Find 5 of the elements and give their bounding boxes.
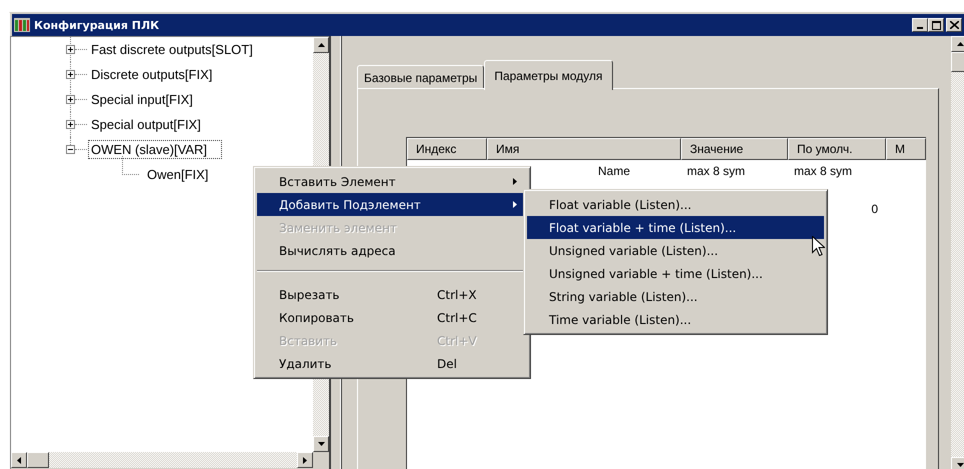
window-title: Конфигурация ПЛК — [34, 18, 160, 32]
table-cell: Name — [598, 164, 630, 178]
table-cell: max 8 sym — [687, 164, 746, 178]
table-cell: max 8 sym — [794, 164, 852, 178]
table-cell: 0 — [871, 202, 878, 216]
